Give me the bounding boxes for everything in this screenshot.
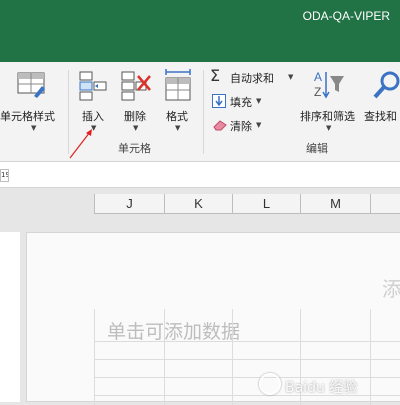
cell-styles-icon: [17, 72, 45, 98]
name-box[interactable]: 19: [0, 169, 9, 182]
format-label: 格式: [166, 110, 188, 123]
autosum-label: 自动求和: [230, 72, 274, 85]
find-select-label: 查找和: [364, 110, 397, 123]
cells-group-label: 单元格: [118, 142, 151, 155]
insert-button[interactable]: 插入 ▼: [74, 66, 112, 136]
grid-line: [94, 359, 400, 360]
watermark-logo: [259, 373, 281, 395]
column-headers: J K L M: [0, 188, 400, 214]
fill-down-icon: [212, 94, 226, 108]
grid-line: [164, 309, 165, 405]
fill-label: 填充: [230, 96, 252, 109]
chevron-down-icon: ▼: [31, 124, 37, 132]
insert-cells-icon: [79, 71, 107, 101]
title-placeholder[interactable]: 添: [382, 273, 400, 302]
column-header-next[interactable]: [370, 194, 400, 214]
grid-line: [370, 309, 371, 405]
svg-text:A: A: [314, 70, 322, 84]
page[interactable]: 添 单击可添加数据 Baidu 经验: [26, 232, 400, 405]
worksheet-area[interactable]: 添 单击可添加数据 Baidu 经验: [0, 214, 400, 405]
chevron-down-icon: ▼: [175, 124, 181, 132]
chevron-down-icon: ▼: [256, 121, 262, 129]
grid-line: [94, 341, 400, 342]
sort-filter-icon: A Z: [314, 70, 344, 99]
cell-styles-button[interactable]: 单元格样式 ▼: [0, 66, 66, 136]
sort-filter-button[interactable]: A Z 排序和筛选 ▼: [298, 66, 360, 136]
previous-page: [0, 232, 20, 402]
formula-bar: 19: [0, 162, 400, 188]
title-bar: ODA-QA-VIPER: [0, 0, 400, 62]
column-header-m[interactable]: M: [300, 194, 370, 214]
eraser-icon: [213, 120, 227, 131]
chevron-down-icon: ▼: [326, 124, 332, 132]
group-divider: [203, 70, 204, 154]
annotation-arrow: [69, 129, 92, 159]
clear-label: 清除: [230, 120, 252, 133]
grid-line: [94, 309, 95, 405]
column-header-k[interactable]: K: [164, 194, 232, 214]
editing-group-label: 编辑: [306, 142, 328, 155]
autosum-button[interactable]: Σ 自动求和 ▼: [210, 66, 300, 88]
chevron-down-icon: ▼: [256, 97, 262, 105]
format-button[interactable]: 格式 ▼: [160, 66, 198, 136]
cell-styles-label: 单元格样式: [0, 110, 55, 123]
chevron-down-icon: ▼: [133, 124, 139, 132]
column-header-l[interactable]: L: [232, 194, 300, 214]
sigma-icon: Σ: [210, 66, 221, 85]
fill-button[interactable]: 填充 ▼: [210, 92, 280, 112]
delete-label: 删除: [124, 110, 146, 123]
insert-label: 插入: [82, 110, 104, 123]
sort-filter-label: 排序和筛选: [300, 110, 355, 123]
account-name[interactable]: ODA-QA-VIPER: [303, 9, 390, 23]
add-data-placeholder[interactable]: 单击可添加数据: [107, 317, 240, 344]
chevron-down-icon: ▼: [288, 73, 294, 81]
grid-line: [232, 309, 233, 405]
ribbon: 单元格样式 ▼ 插入 ▼ 删除 ▼ 格式 ▼ 单元格 Σ 自动求和 ▼ 填充 ▼…: [0, 62, 400, 162]
clear-button[interactable]: 清除 ▼: [210, 116, 280, 136]
find-select-button[interactable]: 查找和: [362, 66, 400, 136]
format-cells-icon: [165, 69, 191, 101]
svg-text:Z: Z: [314, 85, 321, 99]
delete-cells-icon: [121, 71, 151, 101]
delete-button[interactable]: 删除 ▼: [116, 66, 156, 136]
column-header-j[interactable]: J: [94, 194, 164, 214]
watermark-text: Baidu 经验: [285, 380, 358, 396]
magnifier-icon: [373, 71, 400, 99]
